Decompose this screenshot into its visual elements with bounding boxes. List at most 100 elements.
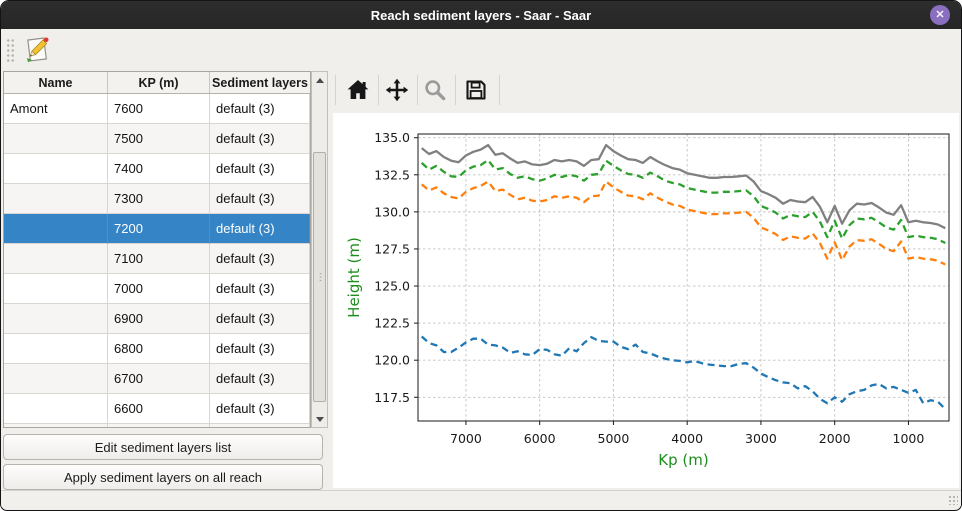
table-cell[interactable] [4,244,108,274]
scrollbar-thumb[interactable] [313,152,326,402]
svg-text:6000: 6000 [524,431,556,446]
table-row[interactable]: 6900default (3) [4,304,310,334]
reach-sediment-layers-window: Reach sediment layers - Saar - Saar ✕ Na… [0,0,962,511]
column-header-layers[interactable]: Sediment layers [210,72,310,93]
svg-text:4000: 4000 [671,431,703,446]
svg-text:125.0: 125.0 [374,279,410,294]
table-row[interactable]: 6800default (3) [4,334,310,364]
table-row[interactable]: 7000default (3) [4,274,310,304]
table-cell[interactable]: 7500 [108,124,210,154]
table-cell[interactable] [4,304,108,334]
table-cell[interactable] [4,364,108,394]
toolbar-drag-handle[interactable] [6,38,15,64]
scroll-down-button[interactable] [312,412,327,426]
table-cell[interactable]: 6600 [108,394,210,424]
table-row[interactable]: 7500default (3) [4,124,310,154]
table-cell[interactable] [4,274,108,304]
svg-text:135.0: 135.0 [374,130,410,145]
table-cell[interactable]: default (3) [210,394,310,424]
home-button[interactable] [346,78,370,102]
table-cell[interactable]: 6700 [108,364,210,394]
svg-text:1000: 1000 [893,431,925,446]
table-cell[interactable]: default (3) [210,184,310,214]
table-cell[interactable]: default (3) [210,124,310,154]
table-row[interactable]: 6600default (3) [4,394,310,424]
svg-text:122.5: 122.5 [374,316,410,331]
titlebar[interactable]: Reach sediment layers - Saar - Saar ✕ [1,1,961,29]
table-row[interactable]: 6500default (3) [4,424,310,428]
table-row[interactable]: 7300default (3) [4,184,310,214]
column-header-name[interactable]: Name [4,72,108,93]
table-cell[interactable]: 7000 [108,274,210,304]
table-cell[interactable]: default (3) [210,154,310,184]
table-cell[interactable] [4,394,108,424]
table-cell[interactable]: default (3) [210,274,310,304]
plot-nav-toolbar [333,71,959,113]
apply-sediment-layers-button[interactable]: Apply sediment layers on all reach [3,464,323,490]
table-row[interactable]: 7100default (3) [4,244,310,274]
table-cell[interactable] [4,424,108,428]
edit-sediment-button[interactable] [23,33,53,65]
pan-arrows-icon [385,78,409,102]
table-cell[interactable] [4,214,108,244]
table-cell[interactable]: 7600 [108,94,210,124]
plot-panel: 7000600050004000300020001000117.5120.012… [333,113,959,488]
table-header: Name KP (m) Sediment layers [4,72,310,94]
table-cell[interactable]: 7400 [108,154,210,184]
table-cell[interactable]: 6500 [108,424,210,428]
table-cell[interactable]: default (3) [210,94,310,124]
svg-text:127.5: 127.5 [374,241,410,256]
resize-grip[interactable] [948,495,958,505]
svg-text:7000: 7000 [450,431,482,446]
table-row[interactable]: 7400default (3) [4,154,310,184]
edit-sediment-layers-list-button[interactable]: Edit sediment layers list [3,434,323,460]
chart-canvas[interactable]: 7000600050004000300020001000117.5120.012… [333,113,959,488]
app-toolbar [1,29,961,69]
table-cell[interactable]: default (3) [210,424,310,428]
svg-text:2000: 2000 [819,431,851,446]
table-cell[interactable]: 7300 [108,184,210,214]
arrow-up-icon [316,78,324,83]
pan-button[interactable] [385,78,409,102]
table-cell[interactable] [4,124,108,154]
table-cell[interactable]: 7100 [108,244,210,274]
table-cell[interactable] [4,334,108,364]
magnifier-icon [423,78,447,102]
table-cell[interactable] [4,154,108,184]
thumb-grip-icon [317,272,324,282]
column-header-kp[interactable]: KP (m) [108,72,210,93]
table-cell[interactable]: 6900 [108,304,210,334]
table-cell[interactable]: Amont [4,94,108,124]
svg-text:120.0: 120.0 [374,353,410,368]
table-cell[interactable]: 6800 [108,334,210,364]
table-body: Amont7600default (3)7500default (3)7400d… [4,94,310,428]
zoom-button[interactable] [423,78,447,102]
separator [455,75,456,105]
floppy-save-icon [464,78,488,102]
svg-text:132.5: 132.5 [374,167,410,182]
arrow-down-icon [316,417,324,422]
table-cell[interactable]: 7200 [108,214,210,244]
separator [499,75,500,105]
table-scrollbar[interactable] [311,71,328,428]
close-button[interactable]: ✕ [930,5,950,25]
separator [417,75,418,105]
close-icon: ✕ [935,10,944,21]
table-row[interactable]: Amont7600default (3) [4,94,310,124]
table-cell[interactable]: default (3) [210,304,310,334]
svg-text:3000: 3000 [745,431,777,446]
sediment-table: Name KP (m) Sediment layers Amont7600def… [3,71,311,428]
table-row[interactable]: 6700default (3) [4,364,310,394]
svg-text:5000: 5000 [598,431,630,446]
separator [335,75,336,105]
table-cell[interactable]: default (3) [210,364,310,394]
window-title: Reach sediment layers - Saar - Saar [371,8,591,23]
save-button[interactable] [464,78,488,102]
table-cell[interactable]: default (3) [210,334,310,364]
table-row[interactable]: 7200default (3) [4,214,310,244]
table-cell[interactable]: default (3) [210,244,310,274]
table-cell[interactable]: default (3) [210,214,310,244]
scroll-up-button[interactable] [312,73,327,87]
svg-text:Kp (m): Kp (m) [658,451,708,469]
table-cell[interactable] [4,184,108,214]
